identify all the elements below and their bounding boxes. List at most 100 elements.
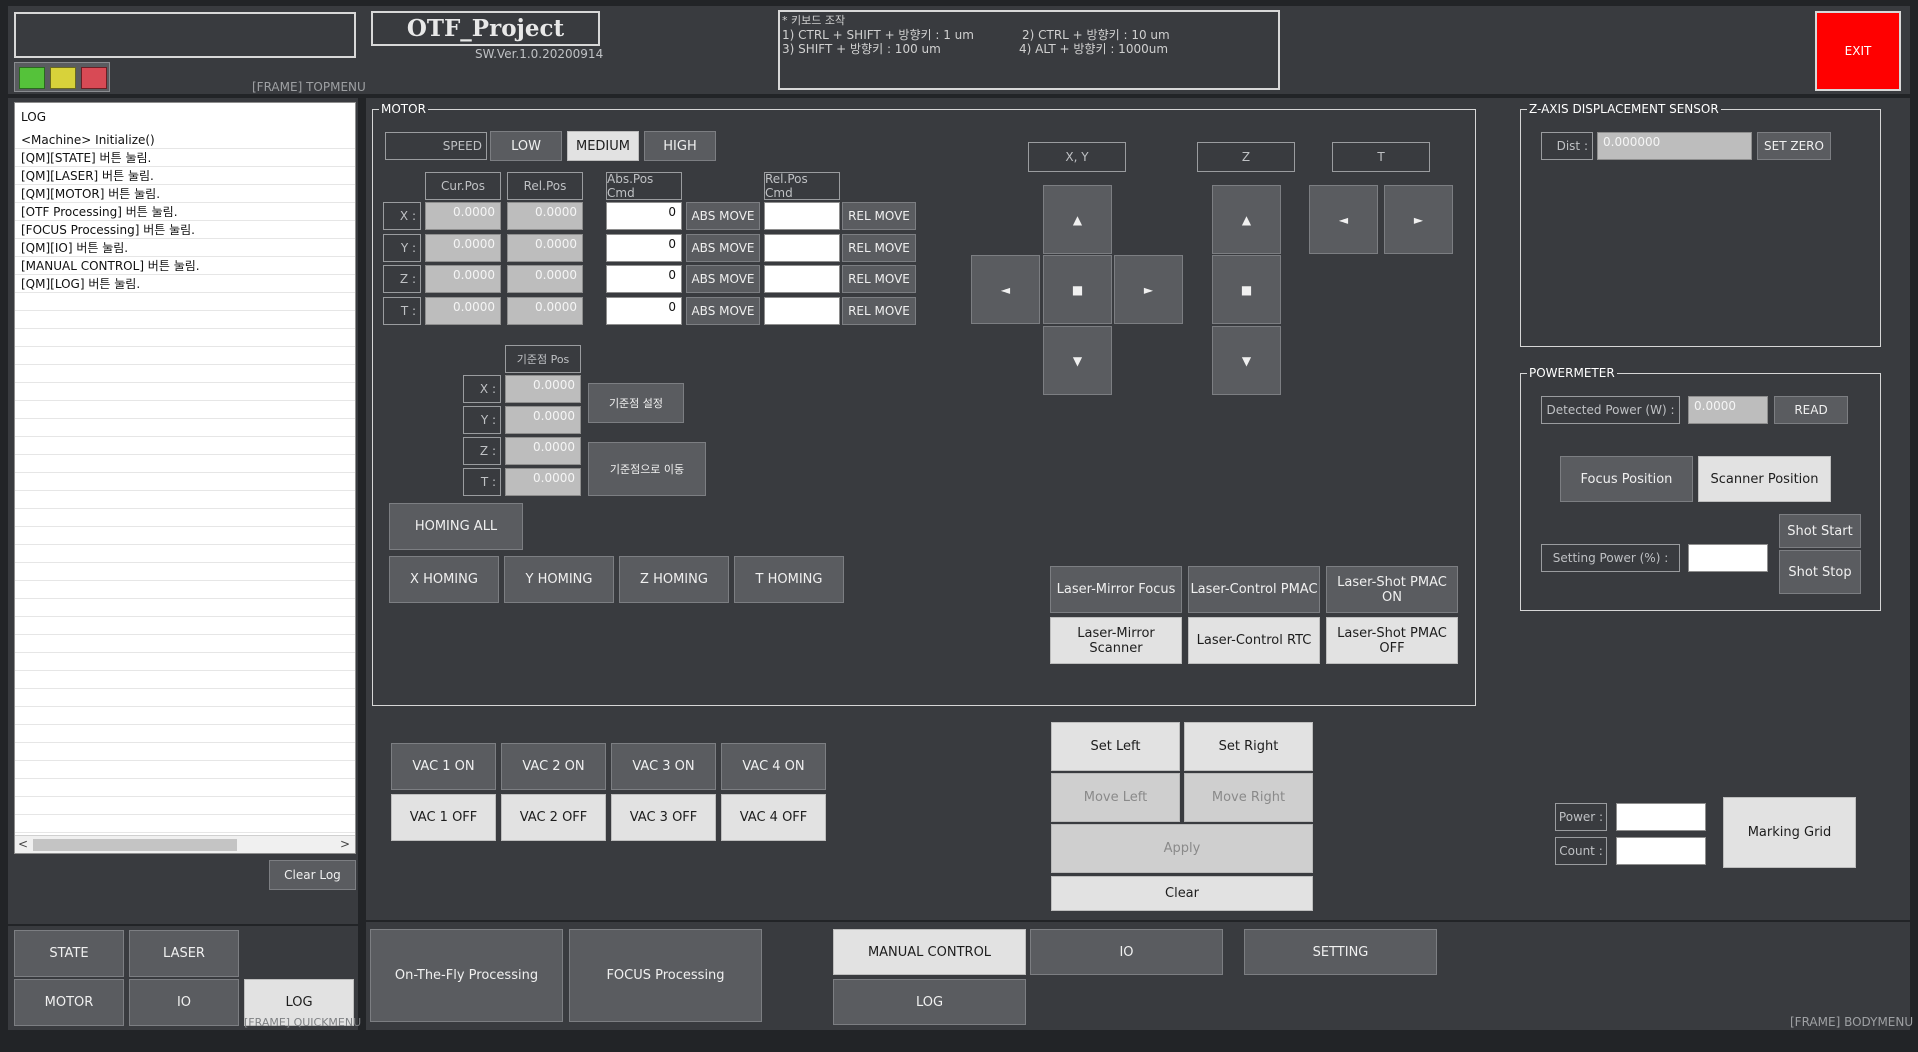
axis-z-abs-move-button[interactable]: ABS MOVE (686, 265, 760, 293)
qm-motor-button[interactable]: MOTOR (14, 979, 124, 1026)
shot-start-button[interactable]: Shot Start (1779, 514, 1861, 548)
log-empty-row (15, 635, 355, 653)
vac-1-on-button[interactable]: VAC 1 ON (391, 743, 496, 790)
marking-power-input[interactable] (1616, 803, 1706, 831)
vac-3-off-button[interactable]: VAC 3 OFF (611, 794, 716, 841)
homing-all-button[interactable]: HOMING ALL (389, 503, 523, 550)
laser-shot-pmac-off-button[interactable]: Laser-Shot PMAC OFF (1326, 617, 1458, 664)
axis-x-rel-cmd-input[interactable] (764, 202, 840, 230)
laser-mirror-scanner-button[interactable]: Laser-Mirror Scanner (1050, 617, 1182, 664)
log-list[interactable]: LOG <Machine> Initialize() [QM][STATE] 버… (14, 102, 356, 854)
otf-processing-tab[interactable]: On-The-Fly Processing (370, 929, 563, 1022)
axis-y-abs-cmd-input[interactable]: 0 (606, 234, 682, 262)
log-empty-row (15, 401, 355, 419)
scroll-thumb[interactable] (33, 839, 237, 851)
log-empty-row (15, 581, 355, 599)
axis-y-abs-move-button[interactable]: ABS MOVE (686, 234, 760, 262)
axis-t-rel-cmd-input[interactable] (764, 297, 840, 325)
vac-4-off-button[interactable]: VAC 4 OFF (721, 794, 826, 841)
apply-button[interactable]: Apply (1051, 824, 1313, 873)
jog-y-up-button[interactable]: ▲ (1043, 185, 1112, 254)
log-empty-row (15, 509, 355, 527)
keyboard-help-line: 4) ALT + 방향키 : 1000um (1019, 42, 1169, 56)
scroll-left-icon[interactable]: < (18, 837, 28, 851)
jog-t-cw-button[interactable]: ► (1384, 185, 1453, 254)
axis-t-rel-move-button[interactable]: REL MOVE (842, 297, 916, 325)
move-left-button[interactable]: Move Left (1051, 773, 1180, 822)
t-homing-button[interactable]: T HOMING (734, 556, 844, 603)
scanner-position-button[interactable]: Scanner Position (1698, 456, 1831, 502)
axis-x-abs-move-button[interactable]: ABS MOVE (686, 202, 760, 230)
log-empty-row (15, 617, 355, 635)
axis-z-rel-move-button[interactable]: REL MOVE (842, 265, 916, 293)
jog-z-stop-button[interactable]: ■ (1212, 255, 1281, 324)
log-tab[interactable]: LOG (833, 979, 1026, 1025)
focus-processing-tab[interactable]: FOCUS Processing (569, 929, 762, 1022)
axis-y-rel-cmd-input[interactable] (764, 234, 840, 262)
laser-control-pmac-button[interactable]: Laser-Control PMAC (1188, 566, 1320, 613)
rel-pos-cmd-header: Rel.Pos Cmd (764, 172, 840, 200)
setting-power-input[interactable] (1688, 544, 1768, 572)
jog-t-ccw-button[interactable]: ◄ (1309, 185, 1378, 254)
jog-z-up-button[interactable]: ▲ (1212, 185, 1281, 254)
vac-4-on-button[interactable]: VAC 4 ON (721, 743, 826, 790)
jog-x-left-button[interactable]: ◄ (971, 255, 1040, 324)
io-tab[interactable]: IO (1030, 929, 1223, 975)
log-empty-row (15, 563, 355, 581)
keyboard-help-box: * 키보드 조작 1) CTRL + SHIFT + 방향키 : 1 um 2)… (778, 10, 1280, 90)
laser-control-rtc-button[interactable]: Laser-Control RTC (1188, 617, 1320, 664)
laser-mirror-focus-button[interactable]: Laser-Mirror Focus (1050, 566, 1182, 613)
jog-y-down-button[interactable]: ▼ (1043, 326, 1112, 395)
y-homing-button[interactable]: Y HOMING (504, 556, 614, 603)
z-homing-button[interactable]: Z HOMING (619, 556, 729, 603)
vac-1-off-button[interactable]: VAC 1 OFF (391, 794, 496, 841)
log-hscrollbar[interactable]: < > (15, 835, 355, 853)
vac-2-on-button[interactable]: VAC 2 ON (501, 743, 606, 790)
move-right-button[interactable]: Move Right (1184, 773, 1313, 822)
jog-x-right-button[interactable]: ► (1114, 255, 1183, 324)
vac-3-on-button[interactable]: VAC 3 ON (611, 743, 716, 790)
ref-set-button[interactable]: 기준점 설정 (588, 383, 684, 423)
topmenu-frame-tag: [FRAME] TOPMENU (252, 80, 366, 94)
marking-count-label: Count : (1555, 837, 1607, 865)
vac-2-off-button[interactable]: VAC 2 OFF (501, 794, 606, 841)
axis-t-abs-cmd-input[interactable]: 0 (606, 297, 682, 325)
ref-move-button[interactable]: 기준점으로 이동 (588, 442, 706, 496)
qm-io-button[interactable]: IO (129, 979, 239, 1026)
clear-log-button[interactable]: Clear Log (269, 860, 356, 890)
qm-state-button[interactable]: STATE (14, 930, 124, 977)
speed-medium-button[interactable]: MEDIUM (567, 131, 639, 161)
marking-grid-button[interactable]: Marking Grid (1723, 797, 1856, 868)
marking-count-input[interactable] (1616, 837, 1706, 865)
laser-shot-pmac-on-button[interactable]: Laser-Shot PMAC ON (1326, 566, 1458, 613)
axis-z-label: Z : (383, 265, 421, 293)
axis-x-abs-cmd-input[interactable]: 0 (606, 202, 682, 230)
axis-z-rel-cmd-input[interactable] (764, 265, 840, 293)
cur-pos-header: Cur.Pos (425, 172, 501, 200)
shot-stop-button[interactable]: Shot Stop (1779, 550, 1861, 594)
axis-z-abs-cmd-input[interactable]: 0 (606, 265, 682, 293)
axis-x-rel-move-button[interactable]: REL MOVE (842, 202, 916, 230)
scroll-right-icon[interactable]: > (340, 837, 350, 851)
set-left-button[interactable]: Set Left (1051, 722, 1180, 771)
set-zero-button[interactable]: SET ZERO (1757, 132, 1831, 160)
keyboard-help-heading: * 키보드 조작 (782, 14, 846, 27)
clear-button[interactable]: Clear (1051, 876, 1313, 911)
axis-t-abs-move-button[interactable]: ABS MOVE (686, 297, 760, 325)
qm-laser-button[interactable]: LASER (129, 930, 239, 977)
axis-y-label: Y : (383, 234, 421, 262)
axis-y-rel-move-button[interactable]: REL MOVE (842, 234, 916, 262)
setting-tab[interactable]: SETTING (1244, 929, 1437, 975)
jog-z-down-button[interactable]: ▼ (1212, 326, 1281, 395)
x-homing-button[interactable]: X HOMING (389, 556, 499, 603)
axis-t-label: T : (383, 297, 421, 325)
speed-low-button[interactable]: LOW (490, 131, 562, 161)
manual-control-tab[interactable]: MANUAL CONTROL (833, 929, 1026, 975)
focus-position-button[interactable]: Focus Position (1560, 456, 1693, 502)
jog-xy-stop-button[interactable]: ■ (1043, 255, 1112, 324)
exit-button[interactable]: EXIT (1815, 11, 1901, 91)
speed-high-button[interactable]: HIGH (644, 131, 716, 161)
set-right-button[interactable]: Set Right (1184, 722, 1313, 771)
read-button[interactable]: READ (1774, 396, 1848, 424)
axis-z-rel-pos: 0.0000 (507, 265, 583, 293)
